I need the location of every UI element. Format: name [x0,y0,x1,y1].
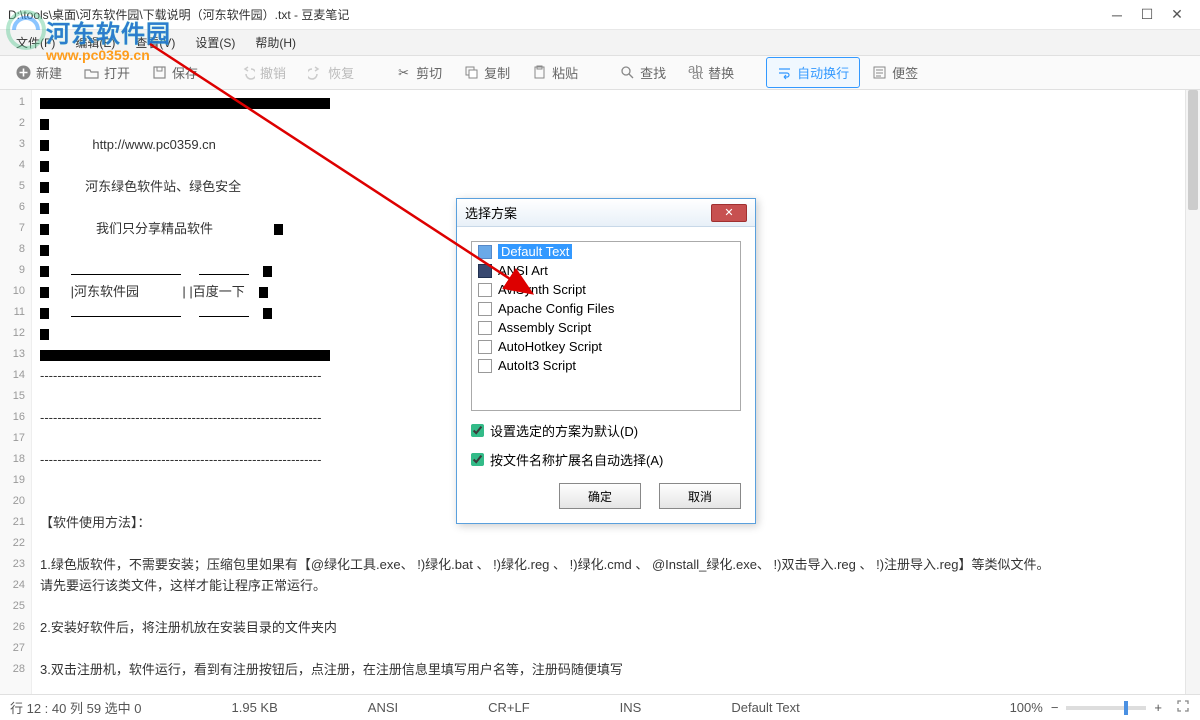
undo-icon [240,65,255,80]
cancel-button[interactable]: 取消 [659,483,741,509]
maximize-button[interactable]: ☐ [1132,5,1162,25]
close-button[interactable]: ✕ [1162,5,1192,25]
menu-bar: 文件(F) 编辑(E) 查看(V) 设置(S) 帮助(H) [0,30,1200,56]
vertical-scrollbar[interactable] [1185,90,1200,694]
file-icon [478,340,492,354]
list-item[interactable]: AutoIt3 Script [472,356,740,375]
file-icon [478,264,492,278]
zoom-control[interactable]: 100% − + [1010,699,1190,716]
file-icon [478,359,492,373]
wrap-button[interactable]: 自动换行 [766,57,860,88]
menu-edit[interactable]: 编辑(E) [65,31,125,54]
zoom-out-icon[interactable]: − [1051,700,1059,715]
wrap-icon [777,65,792,80]
list-item[interactable]: AviSynth Script [472,280,740,299]
undo-button[interactable]: 撤销 [230,58,296,87]
redo-icon [308,65,323,80]
default-checkbox[interactable]: 设置选定的方案为默认(D) [471,421,741,440]
dialog-close-button[interactable]: ✕ [711,204,747,222]
fullscreen-icon[interactable] [1176,699,1190,716]
title-bar: D:\tools\桌面\河东软件园\下载说明（河东软件园）.txt - 豆麦笔记… [0,0,1200,30]
select-scheme-dialog: 选择方案 ✕ Default Text ANSI Art AviSynth Sc… [456,198,756,524]
scheme-listbox[interactable]: Default Text ANSI Art AviSynth Script Ap… [471,241,741,411]
file-icon [478,245,492,259]
menu-settings[interactable]: 设置(S) [185,31,245,54]
new-button[interactable]: 新建 [6,58,72,87]
cursor-position: 行 12 : 40 列 59 选中 0 [10,698,142,717]
ok-button[interactable]: 确定 [559,483,641,509]
cut-button[interactable]: ✂剪切 [386,58,452,87]
search-icon [620,65,635,80]
list-item[interactable]: AutoHotkey Script [472,337,740,356]
list-item[interactable]: Default Text [472,242,740,261]
copy-icon [464,65,479,80]
save-button[interactable]: 保存 [142,58,208,87]
menu-file[interactable]: 文件(F) [6,31,65,54]
insert-mode: INS [620,700,642,715]
toolbar: 新建 打开 保存 撤销 恢复 ✂剪切 复制 粘贴 查找 abac替换 自动换行 … [0,56,1200,90]
plus-circle-icon [16,65,31,80]
auto-ext-checkbox[interactable]: 按文件名称扩展名自动选择(A) [471,450,741,469]
list-item[interactable]: ANSI Art [472,261,740,280]
sticky-button[interactable]: 便签 [862,58,928,87]
menu-help[interactable]: 帮助(H) [245,31,306,54]
zoom-in-icon[interactable]: + [1154,700,1162,715]
file-icon [478,321,492,335]
file-icon [478,283,492,297]
encoding: ANSI [368,700,398,715]
menu-view[interactable]: 查看(V) [125,31,185,54]
clipboard-icon [532,65,547,80]
dialog-titlebar[interactable]: 选择方案 ✕ [457,199,755,227]
minimize-button[interactable]: ─ [1102,5,1132,25]
replace-icon: abac [688,65,703,80]
note-icon [872,65,887,80]
folder-open-icon [84,65,99,80]
svg-text:ac: ac [692,67,703,80]
replace-button[interactable]: abac替换 [678,58,744,87]
file-size: 1.95 KB [232,700,278,715]
paste-button[interactable]: 粘贴 [522,58,588,87]
find-button[interactable]: 查找 [610,58,676,87]
scissors-icon: ✂ [396,65,411,80]
redo-button[interactable]: 恢复 [298,58,364,87]
list-item[interactable]: Apache Config Files [472,299,740,318]
save-icon [152,65,167,80]
window-title: D:\tools\桌面\河东软件园\下载说明（河东软件园）.txt - 豆麦笔记 [8,6,1102,23]
copy-button[interactable]: 复制 [454,58,520,87]
open-button[interactable]: 打开 [74,58,140,87]
line-ending: CR+LF [488,700,530,715]
line-gutter: 1234567891011121314151617181920212223242… [0,90,32,694]
scheme: Default Text [731,700,799,715]
file-icon [478,302,492,316]
status-bar: 行 12 : 40 列 59 选中 0 1.95 KB ANSI CR+LF I… [0,694,1200,720]
zoom-slider[interactable] [1066,706,1146,710]
list-item[interactable]: Assembly Script [472,318,740,337]
